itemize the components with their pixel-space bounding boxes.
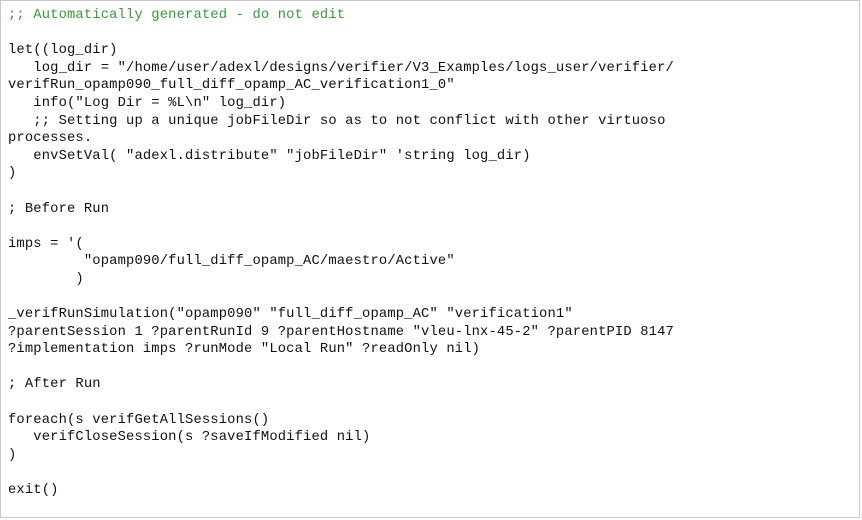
code-line-foreach-close: ) [8, 447, 17, 463]
code-viewer[interactable]: ;; Automatically generated - do not edit… [0, 0, 860, 518]
code-line-blank [8, 394, 859, 412]
code-line-after-run-comment: ; After Run [8, 377, 101, 393]
code-line-run-simulation-args-1: ?parentSession 1 ?parentRunId 9 ?parentH… [8, 324, 674, 340]
code-line-blank [8, 359, 859, 377]
code-line-blank [8, 183, 859, 201]
code-line-comment-jobfiledir: ;; Setting up a unique jobFileDir so as … [8, 113, 666, 129]
code-line-blank [8, 218, 859, 236]
code-line-imps-item: "opamp090/full_diff_opamp_AC/maestro/Act… [8, 254, 455, 270]
code-line-run-simulation-args-2: ?implementation imps ?runMode "Local Run… [8, 342, 481, 358]
code-line-run-simulation: _verifRunSimulation("opamp090" "full_dif… [8, 307, 573, 323]
code-line-imps-open: imps = '( [8, 236, 84, 252]
code-line-imps-close: ) [8, 271, 84, 287]
code-line-comment-continued: processes. [8, 131, 93, 147]
code-line-exit: exit() [8, 483, 59, 499]
code-line-header-comment: ;; Automatically generated - do not edit [8, 8, 346, 23]
code-line-log-dir-assign: log_dir = "/home/user/adexl/designs/veri… [8, 60, 674, 76]
code-line-info: info("Log Dir = %L\n" log_dir) [8, 95, 287, 111]
code-line-blank [8, 25, 859, 43]
code-line-log-dir-continued: verifRun_opamp090_full_diff_opamp_AC_ver… [8, 78, 455, 94]
code-line-blank [8, 464, 859, 482]
code-line-let-close: ) [8, 166, 17, 182]
code-line-foreach: foreach(s verifGetAllSessions() [8, 412, 270, 428]
code-line-envsetval: envSetVal( "adexl.distribute" "jobFileDi… [8, 148, 531, 164]
code-line-let: let((log_dir) [8, 43, 118, 59]
code-line-before-run-comment: ; Before Run [8, 201, 110, 217]
code-line-close-session: verifCloseSession(s ?saveIfModified nil) [8, 430, 371, 446]
code-lines: ;; Automatically generated - do not edit… [1, 1, 859, 500]
code-line-blank [8, 289, 859, 307]
